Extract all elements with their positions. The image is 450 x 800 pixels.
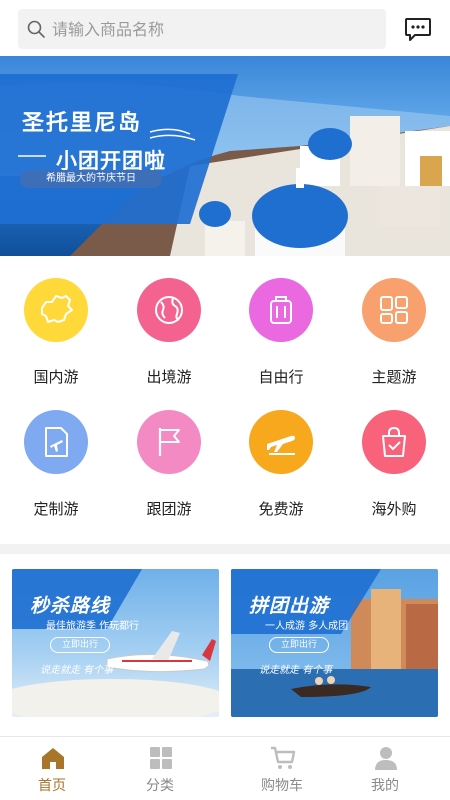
promo-card-group-travel[interactable]: 拼团出游 一人成游 多人成团 立即出行 说走就走 有个事 <box>231 569 438 717</box>
promo-title: 拼团出游 <box>249 595 330 617</box>
search-bar[interactable] <box>18 9 386 49</box>
ticket-plane-icon <box>45 427 68 457</box>
category-icon-bg <box>249 410 313 474</box>
category-theme-tour[interactable]: 主题游 <box>338 258 450 390</box>
category-grid-icon <box>150 747 172 769</box>
header <box>0 0 450 56</box>
banner-tag: 希腊最大的节庆节日 <box>20 170 162 188</box>
promo-title: 秒杀路线 <box>30 595 111 617</box>
category-icon-bg <box>24 278 88 342</box>
luggage-icon <box>270 296 292 324</box>
search-icon <box>27 20 45 38</box>
category-label: 定制游 <box>33 500 79 518</box>
tab-cart[interactable]: 购物车 <box>230 737 334 800</box>
promo-sign: 说走就走 有个事 <box>40 665 114 676</box>
category-label: 自由行 <box>258 368 304 386</box>
home-icon <box>42 748 64 769</box>
tab-label: 购物车 <box>261 778 303 794</box>
tab-mine[interactable]: 我的 <box>333 737 437 800</box>
section-divider <box>0 544 450 554</box>
category-label: 国内游 <box>33 368 79 386</box>
promo-sign: 说走就走 有个事 <box>259 665 333 676</box>
promo-card-flash-sale[interactable]: 秒杀路线 最佳旅游季 作玩都行 立即出行 说走就走 有个事 <box>12 569 219 717</box>
category-label: 跟团游 <box>146 500 192 518</box>
category-grid: 国内游 出境游 自由行 主题游 定制游 跟团游 免费游 海外购 <box>0 258 450 542</box>
shopping-bag-icon <box>382 426 406 457</box>
category-custom-tour[interactable]: 定制游 <box>0 390 112 522</box>
category-label: 主题游 <box>371 368 417 386</box>
category-outbound-tour[interactable]: 出境游 <box>113 258 225 390</box>
category-icon-bg <box>249 278 313 342</box>
grid-icon <box>380 296 408 324</box>
globe-icon <box>155 296 183 324</box>
promo-subtitle: 一人成游 多人成团 <box>265 621 349 632</box>
hero-banner[interactable]: 圣托里尼岛 小团开团啦 希腊最大的节庆节日 <box>0 56 450 256</box>
category-icon-bg <box>362 278 426 342</box>
category-label: 海外购 <box>371 500 417 518</box>
category-icon-bg <box>362 410 426 474</box>
tab-category[interactable]: 分类 <box>108 737 212 800</box>
chat-bubble-icon[interactable] <box>404 15 432 43</box>
promo-go-button[interactable]: 立即出行 <box>50 637 110 653</box>
category-free-tour[interactable]: 免费游 <box>225 390 337 522</box>
banner-title: 圣托里尼岛 <box>22 111 143 136</box>
category-icon-bg <box>24 410 88 474</box>
flag-icon <box>158 428 180 456</box>
plane-icon <box>267 435 295 455</box>
tab-home[interactable]: 首页 <box>0 737 104 800</box>
category-label: 免费游 <box>258 500 304 518</box>
category-icon-bg <box>137 278 201 342</box>
category-overseas-shopping[interactable]: 海外购 <box>338 390 450 522</box>
bottom-tab-bar: 首页 分类 购物车 我的 <box>0 736 450 800</box>
category-group-tour[interactable]: 跟团游 <box>113 390 225 522</box>
category-domestic-tour[interactable]: 国内游 <box>0 258 112 390</box>
tab-label: 我的 <box>371 778 399 794</box>
china-map-icon <box>41 295 73 323</box>
tab-label: 分类 <box>146 778 174 794</box>
tab-label: 首页 <box>38 778 66 794</box>
promo-subtitle: 最佳旅游季 作玩都行 <box>46 621 140 632</box>
category-icon-bg <box>137 410 201 474</box>
promo-go-button[interactable]: 立即出行 <box>269 637 329 653</box>
search-input[interactable] <box>52 19 372 39</box>
cart-icon <box>271 746 296 769</box>
category-independent-travel[interactable]: 自由行 <box>225 258 337 390</box>
user-icon <box>375 747 397 770</box>
category-label: 出境游 <box>146 368 192 386</box>
